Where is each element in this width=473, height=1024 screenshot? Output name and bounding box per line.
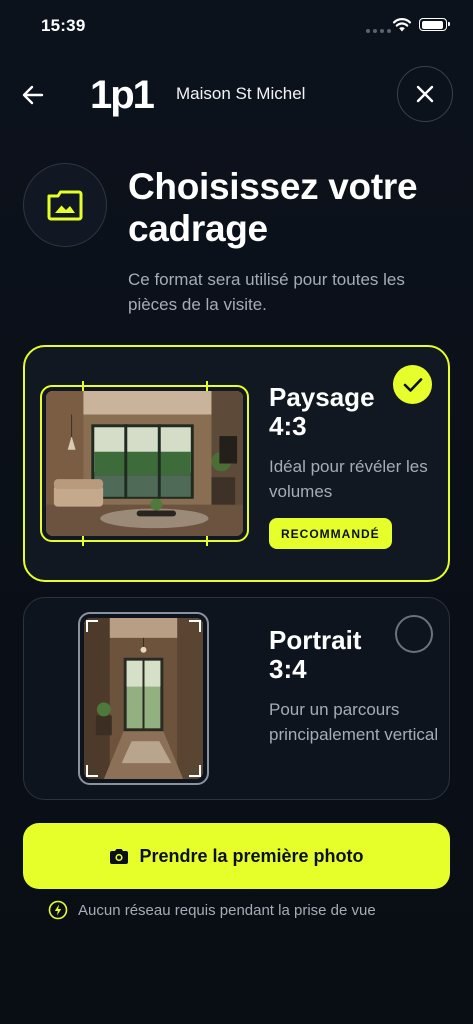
- status-bar: 15:39: [0, 0, 473, 50]
- close-button[interactable]: [397, 66, 453, 122]
- screen: 15:39 1p1 Maison St Michel Choisissez vo…: [0, 0, 473, 1024]
- back-button[interactable]: [16, 78, 50, 112]
- portrait-preview-image: [78, 612, 209, 785]
- offline-note: Aucun réseau requis pendant la prise de …: [48, 900, 376, 920]
- arrow-left-icon: [22, 85, 44, 105]
- offline-note-text: Aucun réseau requis pendant la prise de …: [78, 901, 376, 919]
- page-title: Choisissez votre cadrage: [128, 166, 418, 249]
- lightning-icon: [48, 900, 68, 920]
- option-card-landscape[interactable]: Paysage 4:3 Idéal pour révéler les volum…: [23, 345, 450, 582]
- option-card-portrait[interactable]: Portrait 3:4 Pour un parcours principale…: [23, 597, 450, 800]
- option-title-portrait: Portrait 3:4: [269, 625, 362, 684]
- property-name: Maison St Michel: [176, 84, 306, 103]
- landscape-preview-image: [40, 381, 249, 546]
- hallway-image: [84, 618, 203, 779]
- image-frame-icon: [47, 190, 83, 221]
- option-desc-landscape: Idéal pour révéler les volumes: [269, 457, 428, 501]
- selected-check-icon: [393, 365, 432, 404]
- take-first-photo-button[interactable]: Prendre la première photo: [23, 823, 450, 889]
- option-desc-portrait: Pour un parcours principalement vertical: [269, 700, 439, 744]
- cta-label: Prendre la première photo: [139, 845, 364, 866]
- status-time: 15:39: [41, 16, 86, 35]
- page-subtitle: Ce format sera utilisé pour toutes les p…: [128, 270, 405, 314]
- radio-unselected-icon[interactable]: [395, 615, 433, 653]
- battery-icon: [419, 18, 450, 31]
- frame-icon-badge: [23, 163, 107, 247]
- app-logo: 1p1: [90, 73, 155, 117]
- camera-icon: [110, 848, 129, 864]
- option-title-landscape: Paysage 4:3: [269, 382, 375, 441]
- living-room-image: [46, 391, 243, 536]
- recommended-badge: RECOMMANDÉ: [269, 518, 392, 549]
- close-icon: [416, 85, 434, 103]
- wifi-icon: [392, 18, 412, 32]
- signal-dots-icon: [366, 29, 391, 33]
